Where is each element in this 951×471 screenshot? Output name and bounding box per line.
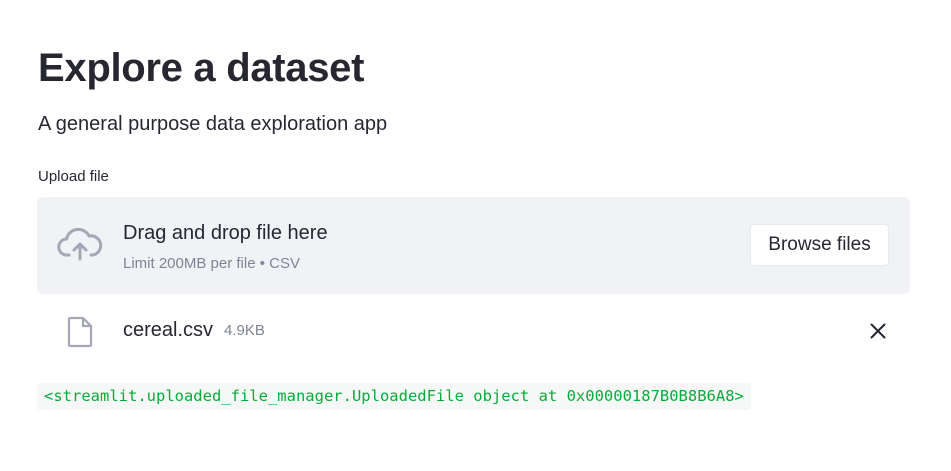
uploaded-file-name: cereal.csv xyxy=(123,319,214,341)
uploaded-file-size: 4.9KB xyxy=(224,322,265,339)
uploaded-file-object-output: <streamlit.uploaded_file_manager.Uploade… xyxy=(37,383,751,410)
page-title: Explore a dataset xyxy=(38,46,365,90)
uploaded-file-item: cereal.csv 4.9KB xyxy=(37,308,910,354)
browse-files-button[interactable]: Browse files xyxy=(750,224,889,266)
app-page: Explore a dataset A general purpose data… xyxy=(0,0,951,471)
dropzone-instructions: Drag and drop file here xyxy=(123,222,328,244)
file-icon xyxy=(66,316,94,348)
dropzone-limit-text: Limit 200MB per file • CSV xyxy=(123,255,300,272)
file-dropzone[interactable]: Drag and drop file here Limit 200MB per … xyxy=(37,197,910,294)
cloud-upload-icon xyxy=(57,225,103,263)
upload-file-label: Upload file xyxy=(38,168,109,185)
page-subtitle: A general purpose data exploration app xyxy=(38,113,388,135)
remove-file-close-icon[interactable] xyxy=(865,318,891,344)
